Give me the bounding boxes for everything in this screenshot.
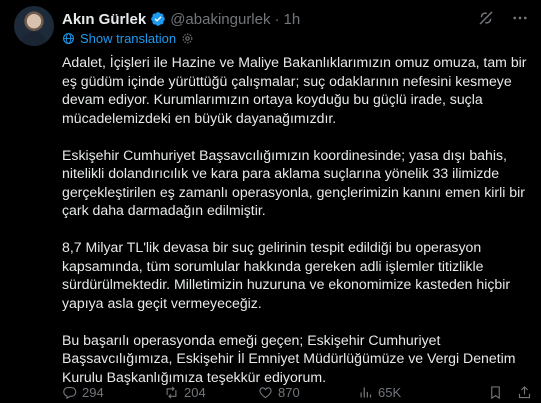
post-paragraph: Adalet, İçişleri ile Hazine ve Maliye Ba…	[62, 54, 527, 126]
post-paragraph: Bu başarılı operasyonda emeği geçen; Esk…	[62, 331, 516, 385]
repost-count: 204	[184, 385, 206, 400]
secondary-actions	[488, 385, 532, 400]
repost-icon	[164, 385, 179, 400]
translation-row: Show translation	[62, 31, 194, 46]
top-actions	[477, 9, 529, 27]
action-bar: 294 204 870 65K	[62, 385, 532, 400]
like-count: 870	[278, 385, 300, 400]
reply-count: 294	[82, 385, 104, 400]
post-header: Akın Gürlek @abakingurlek · 1h	[62, 9, 300, 29]
gear-icon[interactable]	[181, 32, 194, 45]
post-paragraph: 8,7 Milyar TL'lik devasa bir suç gelirin…	[62, 239, 511, 311]
share-icon[interactable]	[517, 385, 532, 400]
bookmark-icon[interactable]	[488, 385, 503, 400]
author-name[interactable]: Akın Gürlek	[62, 11, 146, 28]
views-count: 65K	[378, 385, 402, 400]
post: Akın Gürlek @abakingurlek · 1h Show tran…	[0, 0, 541, 403]
post-time[interactable]: 1h	[284, 11, 301, 28]
grok-icon[interactable]	[477, 9, 495, 27]
reply-icon	[62, 385, 77, 400]
post-body: Adalet, İçişleri ile Hazine ve Maliye Ba…	[62, 53, 532, 403]
show-translation-link[interactable]: Show translation	[80, 31, 176, 46]
verified-badge-icon[interactable]	[150, 11, 166, 27]
views-button[interactable]: 65K	[358, 385, 466, 400]
post-paragraph: Eskişehir Cumhuriyet Başsavcılığımızın k…	[62, 146, 525, 219]
more-icon[interactable]	[511, 9, 529, 27]
globe-icon	[62, 32, 75, 45]
repost-button[interactable]: 204	[164, 385, 258, 400]
header-separator: ·	[274, 10, 280, 28]
like-button[interactable]: 870	[258, 385, 358, 400]
views-icon	[358, 385, 373, 400]
author-handle[interactable]: @abakingurlek	[170, 11, 270, 28]
avatar[interactable]	[14, 6, 54, 46]
heart-icon	[258, 385, 273, 400]
reply-button[interactable]: 294	[62, 385, 164, 400]
